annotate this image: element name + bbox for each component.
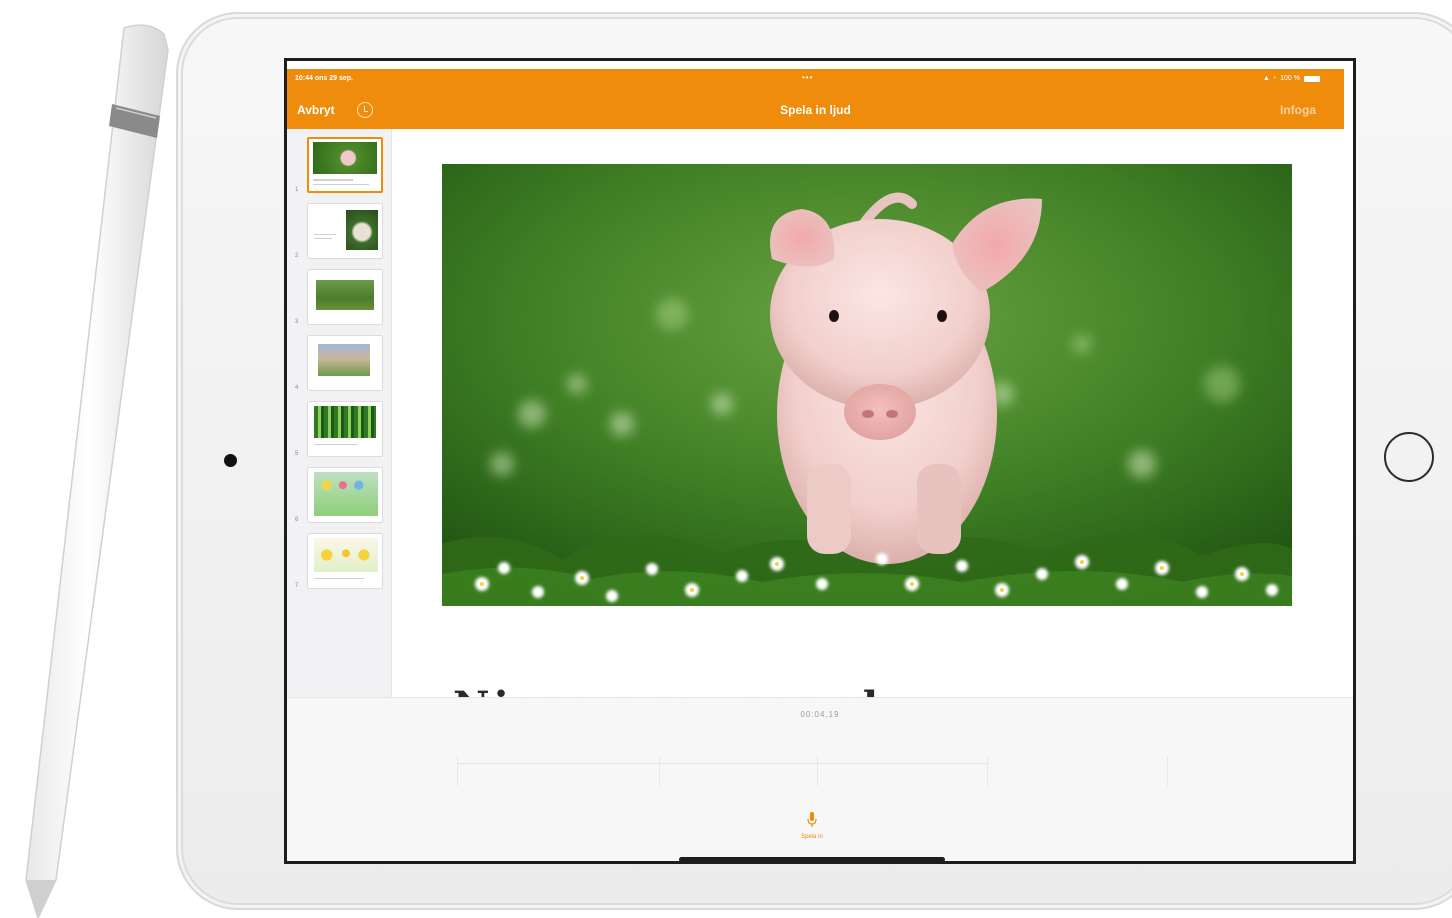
home-indicator[interactable] xyxy=(679,857,945,861)
waveform-tick xyxy=(659,756,660,786)
slide-thumbnail[interactable] xyxy=(307,203,383,259)
slide-thumb-row: 4 xyxy=(295,335,385,393)
waveform-tick xyxy=(987,756,988,786)
slide-thumb-row: 1 xyxy=(295,137,385,195)
thumb-text-line xyxy=(314,234,336,235)
thumb-image xyxy=(314,406,376,438)
thumb-image xyxy=(346,210,378,250)
battery-icon xyxy=(1304,75,1320,82)
thumb-text-line xyxy=(313,184,369,185)
thumb-image xyxy=(314,538,378,572)
slide-thumb-row: 3 xyxy=(295,269,385,327)
waveform-baseline xyxy=(457,763,987,764)
slide-number: 4 xyxy=(295,385,299,391)
slide-number: 3 xyxy=(295,319,299,325)
microphone-icon xyxy=(807,812,817,827)
slide-number: 7 xyxy=(295,583,299,589)
waveform-tick xyxy=(817,756,818,786)
battery-percent: 100 % xyxy=(1280,75,1300,82)
record-label: Spela in xyxy=(801,834,823,840)
thumb-image xyxy=(313,142,377,174)
thumb-text-line xyxy=(314,238,332,239)
status-right: ▲ ◔ 100 % xyxy=(1263,75,1320,82)
slide-thumbnail[interactable] xyxy=(307,467,383,523)
slide-number: 6 xyxy=(295,517,299,523)
nav-title: Spela in ljud xyxy=(780,103,851,117)
slide-thumb-row: 7 xyxy=(295,533,385,591)
thumb-text-line xyxy=(314,578,364,579)
slide-number: 2 xyxy=(295,253,299,259)
slide-thumbnail[interactable] xyxy=(307,401,383,457)
status-time: 10:44 ons 29 sep. xyxy=(295,75,353,82)
home-button[interactable] xyxy=(1384,432,1434,482)
slide-number: 5 xyxy=(295,451,299,457)
scene: 10:44 ons 29 sep. ••• ▲ ◔ 100 % Avbryt S… xyxy=(0,0,1452,918)
record-panel: 00:04,19 Spela in xyxy=(287,697,1353,861)
slide-heading: Nisse groupcord xyxy=(453,679,882,699)
thumb-image xyxy=(314,472,378,516)
thumb-image xyxy=(318,344,370,376)
insert-button[interactable]: Infoga xyxy=(1280,103,1316,117)
front-camera xyxy=(224,454,237,467)
status-bar: 10:44 ons 29 sep. ••• ▲ ◔ 100 % xyxy=(287,69,1344,91)
slide-thumbnail-selected[interactable] xyxy=(307,137,383,193)
slide-number: 1 xyxy=(295,187,299,193)
wifi-icon: ▲ ◔ xyxy=(1263,75,1277,82)
ipad-screen: 10:44 ons 29 sep. ••• ▲ ◔ 100 % Avbryt S… xyxy=(284,58,1356,864)
slide-thumb-row: 5 xyxy=(295,401,385,459)
record-elapsed-time: 00:04,19 xyxy=(800,710,840,719)
slide-thumb-row: 6 xyxy=(295,467,385,525)
slide-thumbnail[interactable] xyxy=(307,269,383,325)
apple-pencil xyxy=(25,24,169,918)
top-bar: 10:44 ons 29 sep. ••• ▲ ◔ 100 % Avbryt S… xyxy=(287,69,1344,129)
slide-photo-piglet xyxy=(442,164,1292,606)
thumb-image xyxy=(316,280,374,310)
slide-navigator: 1 2 3 4 5 6 7 xyxy=(287,129,392,699)
nav-bar: Avbryt Spela in ljud Infoga xyxy=(287,97,1344,125)
slide-thumb-row: 2 xyxy=(295,203,385,261)
slide-thumbnail[interactable] xyxy=(307,533,383,589)
slide-thumbnail[interactable] xyxy=(307,335,383,391)
waveform-tick xyxy=(457,756,458,786)
thumb-text-line xyxy=(314,444,358,445)
thumb-text-line xyxy=(313,179,353,181)
multitasking-dots[interactable]: ••• xyxy=(802,73,813,82)
record-button[interactable]: Spela in xyxy=(792,810,832,850)
waveform-tick xyxy=(1167,756,1168,786)
